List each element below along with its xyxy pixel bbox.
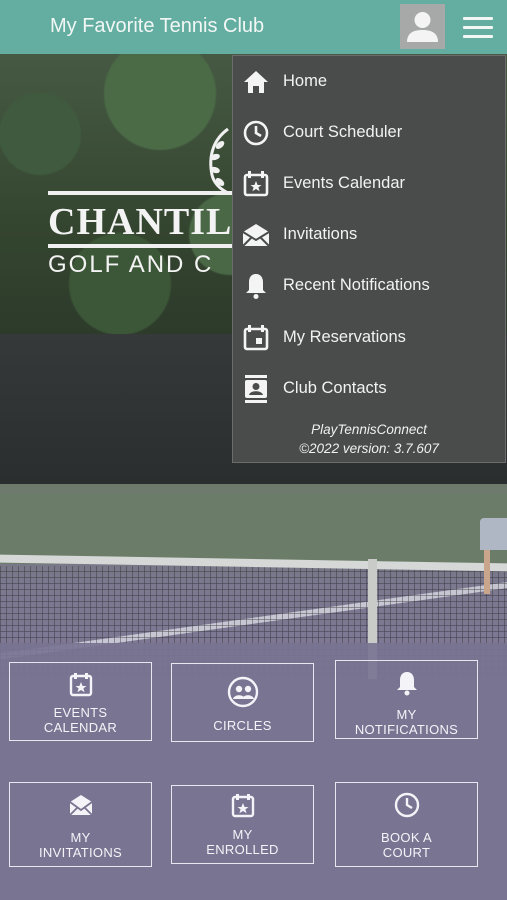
- app-version: ©2022 version: 3.7.607: [299, 441, 439, 456]
- menu-item-club-contacts[interactable]: Club Contacts: [233, 364, 505, 414]
- menu-item-court-scheduler[interactable]: Court Scheduler: [233, 108, 505, 158]
- calendar-icon: [243, 325, 269, 351]
- user-avatar-icon: [407, 12, 438, 42]
- clock-icon: [243, 120, 269, 146]
- hamburger-menu-button[interactable]: [459, 12, 497, 42]
- user-avatar-button[interactable]: [400, 4, 445, 49]
- menu-item-recent-notifications[interactable]: Recent Notifications: [233, 261, 505, 311]
- events-calendar-tile[interactable]: EVENTS CALENDAR: [9, 662, 152, 741]
- menu-item-invitations[interactable]: Invitations: [233, 210, 505, 260]
- contacts-icon: [245, 375, 267, 403]
- envelope-icon: [68, 795, 93, 816]
- group-icon: [227, 676, 258, 708]
- my-enrolled-tile[interactable]: MY ENROLLED: [171, 785, 314, 864]
- bell-icon: [396, 672, 417, 696]
- my-invitations-tile[interactable]: MY INVITATIONS: [9, 782, 152, 867]
- navigation-dropdown-menu: Home Court Scheduler Events Calendar Inv…: [232, 55, 506, 463]
- calendar-star-icon: [69, 673, 92, 697]
- app-title: My Favorite Tennis Club: [50, 15, 265, 37]
- logo-rule-bottom: [48, 244, 233, 248]
- home-icon: [244, 71, 268, 93]
- my-notifications-tile[interactable]: MY NOTIFICATIONS: [335, 660, 478, 739]
- clock-icon: [394, 792, 419, 818]
- menu-item-home[interactable]: Home: [233, 57, 505, 107]
- envelope-icon: [242, 224, 270, 247]
- bell-icon: [246, 274, 266, 299]
- menu-item-events-calendar[interactable]: Events Calendar: [233, 159, 505, 209]
- book-a-court-tile[interactable]: BOOK A COURT: [335, 782, 478, 867]
- calendar-star-icon: [243, 171, 269, 197]
- hamburger-menu-icon: [463, 17, 493, 20]
- calendar-star-icon: [231, 794, 254, 818]
- brand-name: PlayTennisConnect: [311, 422, 427, 437]
- logo-rule-top: [48, 191, 233, 195]
- app-header: My Favorite Tennis Club: [0, 0, 507, 54]
- club-logo-subtitle: GOLF AND C: [48, 251, 214, 278]
- menu-item-my-reservations[interactable]: My Reservations: [233, 313, 505, 363]
- club-logo-name: CHANTILL: [48, 201, 259, 243]
- laurel-logo-icon: [209, 127, 229, 195]
- circles-tile[interactable]: CIRCLES: [171, 663, 314, 742]
